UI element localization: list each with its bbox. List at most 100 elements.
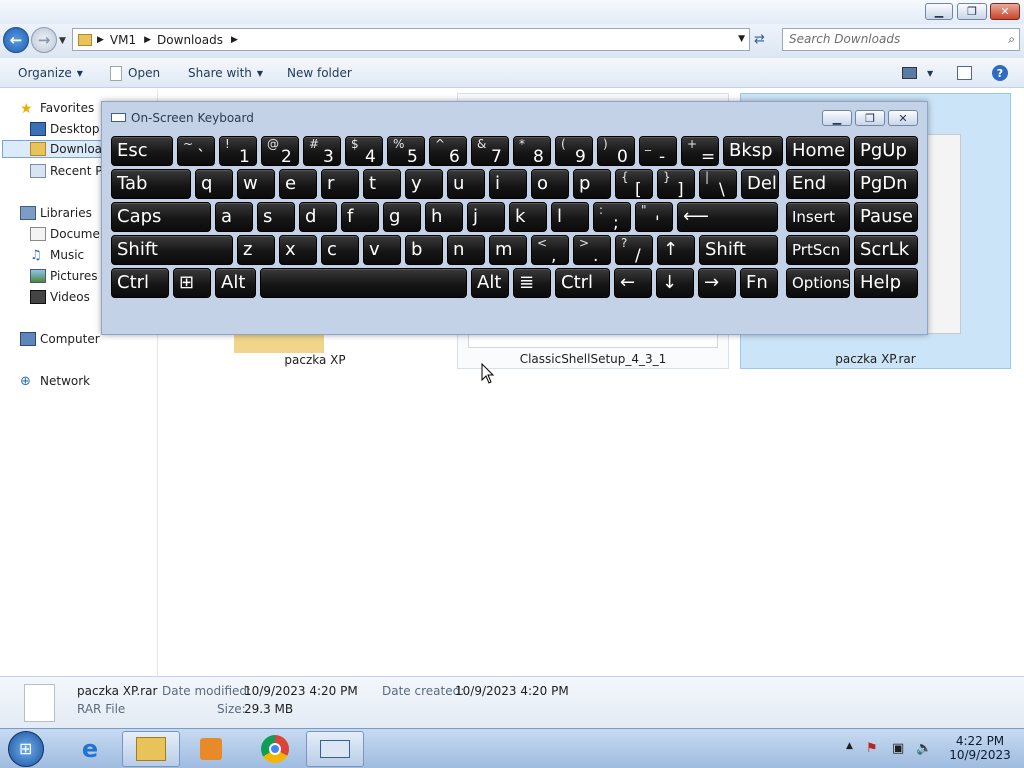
nav-desktop[interactable]: Desktop [30,120,100,138]
nav-pictures[interactable]: Pictures [30,267,98,285]
key-u[interactable]: u [447,169,485,199]
key-symbol[interactable]: ↓ [656,268,694,298]
key-6[interactable]: ^ 6 [429,136,467,166]
key-symbol[interactable]: | \ [699,169,737,199]
key-symbol[interactable]: ~ ` [177,136,215,166]
key-shift[interactable]: Shift [699,235,778,265]
recent-pages-dropdown[interactable]: ▼ [59,36,66,46]
back-button[interactable]: ← [3,27,29,53]
key-caps[interactable]: Caps [111,202,211,232]
network-tray-icon[interactable]: ▣ [892,741,904,756]
key-options[interactable]: Options [786,268,850,298]
nav-videos[interactable]: Videos [30,288,90,306]
key-0[interactable]: ) 0 [597,136,635,166]
key-symbol[interactable]: {[ [615,169,653,199]
key-y[interactable]: y [405,169,443,199]
key-symbol[interactable]: ← [614,268,652,298]
key-p[interactable]: p [573,169,611,199]
key-f[interactable]: f [341,202,379,232]
key-ctrl[interactable]: Ctrl [555,268,610,298]
key-n[interactable]: n [447,235,485,265]
key-r[interactable]: r [321,169,359,199]
key-scrlk[interactable]: ScrLk [854,235,918,265]
enter-arrow-key[interactable]: ⟵ [677,202,778,232]
key-symbol[interactable]: ↑ [657,235,695,265]
key-3[interactable]: #3 [303,136,341,166]
key-9[interactable]: (9 [555,136,593,166]
osk-close-button[interactable]: ✕ [888,110,918,126]
osk-maximize-button[interactable]: ❐ [855,110,885,126]
key-ctrl[interactable]: Ctrl [111,268,169,298]
organize-button[interactable]: Organize ▼ [18,64,83,82]
search-input[interactable]: Search Downloads ⌕ [782,28,1020,51]
new-folder-button[interactable]: New folder [287,64,352,82]
close-button[interactable]: ✕ [990,3,1020,20]
key-2[interactable]: @2 [261,136,299,166]
key-tab[interactable]: Tab [111,169,191,199]
open-button[interactable]: Open [110,64,160,82]
minimize-button[interactable]: ▁ [925,3,953,20]
key-d[interactable]: d [299,202,337,232]
key-v[interactable]: v [363,235,401,265]
key-symbol[interactable]: }] [657,169,695,199]
key-g[interactable]: g [383,202,421,232]
key-1[interactable]: ! 1 [219,136,257,166]
key-m[interactable]: m [489,235,527,265]
volume-muted-icon[interactable]: 🔈 [916,741,932,756]
menu-key-key[interactable]: ≣ [513,268,551,298]
key-k[interactable]: k [509,202,547,232]
address-bar[interactable]: ▶ VM1 ▶ Downloads ▶ ▼ [72,28,750,51]
key-h[interactable]: h [425,202,463,232]
key-symbol[interactable]: + = [681,136,719,166]
breadcrumb-vm1[interactable]: VM1 ▶ [110,33,151,47]
action-center-icon[interactable]: ⚑ [866,741,878,756]
key-s[interactable]: s [257,202,295,232]
taskbar-chrome[interactable] [246,731,304,767]
forward-button[interactable]: → [31,27,57,53]
key-a[interactable]: a [215,202,253,232]
key-symbol[interactable]: >. [573,235,611,265]
key-4[interactable]: $4 [345,136,383,166]
taskbar-windows-explorer[interactable] [122,731,180,767]
key-pgdn[interactable]: PgDn [854,169,918,199]
key-t[interactable]: t [363,169,401,199]
key-i[interactable]: i [489,169,527,199]
key-shift[interactable]: Shift [111,235,233,265]
key-symbol[interactable]: :; [593,202,631,232]
key-symbol[interactable]: → [698,268,736,298]
key-5[interactable]: % 5 [387,136,425,166]
key-home[interactable]: Home [786,136,850,166]
nav-computer[interactable]: Computer [20,330,100,348]
preview-pane-button[interactable] [957,64,972,82]
nav-network[interactable]: ⊕ Network [20,372,90,390]
key-z[interactable]: z [237,235,275,265]
key-symbol[interactable]: " ' [635,202,673,232]
key-prtscn[interactable]: PrtScn [786,235,850,265]
key-insert[interactable]: Insert [786,202,850,232]
maximize-button[interactable]: ❐ [957,3,987,20]
key-alt[interactable]: Alt [215,268,256,298]
change-view-button[interactable]: ▼ [902,64,933,82]
key-e[interactable]: e [279,169,317,199]
key-w[interactable]: w [237,169,275,199]
key-symbol[interactable]: ? / [615,235,653,265]
windows-logo-key[interactable]: ⊞ [173,268,211,298]
show-hidden-icons-button[interactable]: ▲ [846,741,853,751]
key-j[interactable]: j [467,202,505,232]
key-pause[interactable]: Pause [854,202,918,232]
taskbar-media-player[interactable] [182,731,240,767]
key-7[interactable]: & 7 [471,136,509,166]
key-l[interactable]: l [551,202,589,232]
key-q[interactable]: q [195,169,233,199]
osk-minimize-button[interactable]: ▁ [822,110,852,126]
key-symbol[interactable]: <, [531,235,569,265]
space-key-key[interactable] [260,268,467,298]
key-del[interactable]: Del [741,169,779,199]
breadcrumb-downloads[interactable]: Downloads ▶ [157,33,238,47]
taskbar-on-screen-keyboard[interactable] [306,731,364,767]
nav-music[interactable]: ♫ Music [30,246,84,264]
key-end[interactable]: End [786,169,850,199]
refresh-icon[interactable]: ⇄ [754,32,765,47]
key-help[interactable]: Help [854,268,918,298]
address-dropdown-icon[interactable]: ▼ [738,34,745,44]
